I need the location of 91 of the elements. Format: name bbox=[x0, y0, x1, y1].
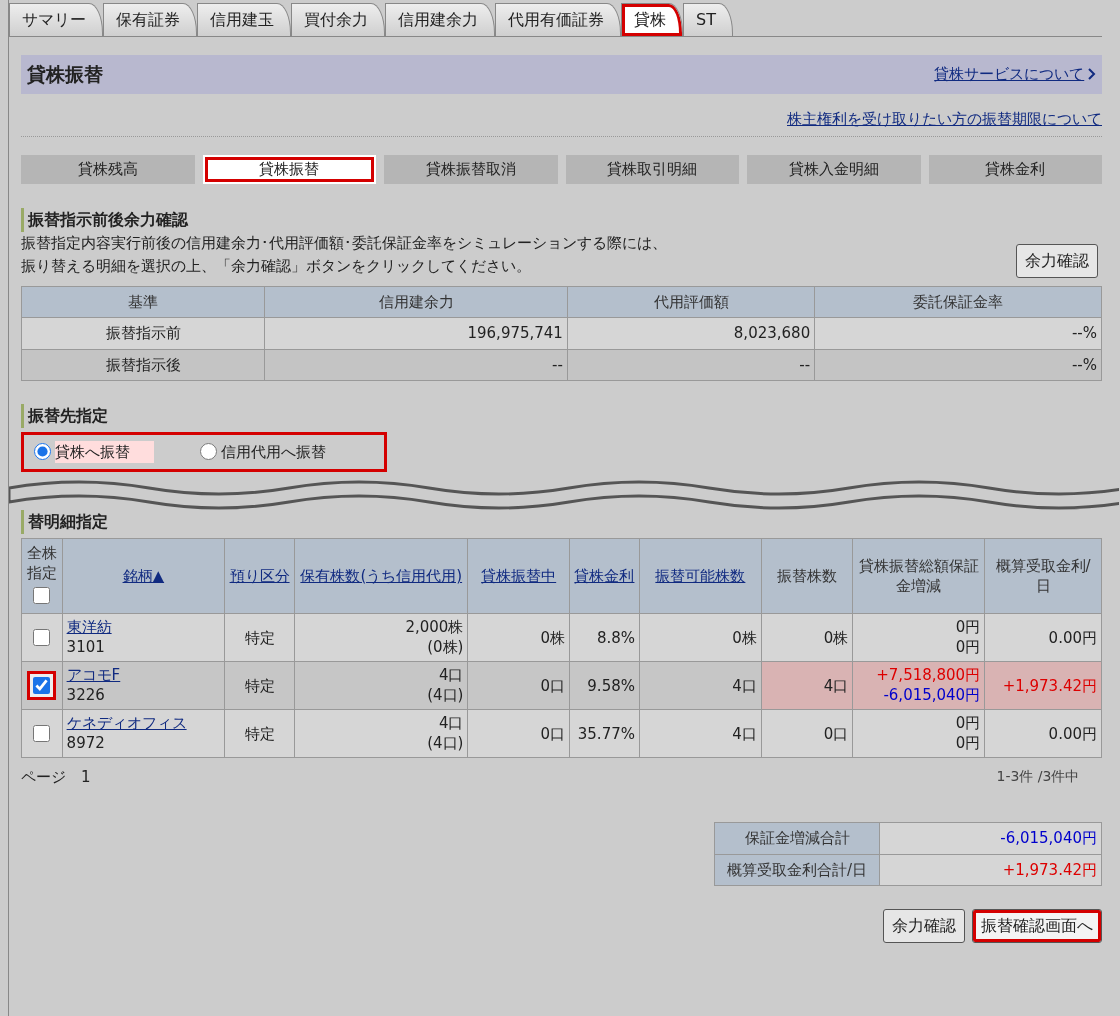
action-button[interactable]: 余力確認 bbox=[882, 908, 965, 943]
sub-tab[interactable]: 貸株取引明細 bbox=[565, 155, 739, 184]
table-cell-text: 0円 bbox=[954, 714, 981, 734]
table-cell: 特定 bbox=[224, 709, 295, 758]
description: 振替指定内容実行前後の信用建余力･代用評価額･委託保証金率をシミュレーションする際には、 振り替える明細を選択の上、「余力確認」ボタンをクリックしてください。 bbox=[21, 232, 667, 277]
column-header: 代用評価額 bbox=[567, 286, 815, 318]
table-cell: 0.00円 bbox=[984, 709, 1102, 758]
summary-value: -6,015,040円 bbox=[879, 822, 1102, 855]
stock-name-link[interactable]: ケネディオフィス bbox=[66, 714, 221, 734]
table-cell: 0口 bbox=[467, 661, 570, 710]
table-cell: 0株 bbox=[761, 613, 853, 662]
action-button[interactable]: 振替確認画面へ bbox=[972, 908, 1102, 943]
section-heading: 替明細指定 bbox=[21, 510, 1102, 534]
table-cell-text: (4口) bbox=[426, 733, 464, 754]
column-header: 振替株数 bbox=[776, 565, 838, 587]
stock-name-link[interactable]: アコモF bbox=[66, 666, 221, 686]
table-cell: 特定 bbox=[224, 613, 295, 662]
capacity-check-button[interactable]: 余力確認 bbox=[1016, 244, 1099, 278]
row-checkbox[interactable] bbox=[33, 677, 51, 694]
table-cell: 4口 bbox=[639, 661, 762, 710]
summary-value: +1,973.42円 bbox=[879, 854, 1102, 886]
table-cell: 4口 bbox=[639, 709, 762, 758]
table-cell: 特定 bbox=[224, 661, 295, 710]
column-header: 全株指定 bbox=[26, 542, 57, 584]
table-cell: 0口 bbox=[467, 709, 570, 758]
tab[interactable]: 代用有価証券 bbox=[495, 3, 621, 36]
section-heading: 振替指示前後余力確認 bbox=[21, 207, 1102, 232]
column-header: 貸株振替総額保証金増減 bbox=[857, 555, 980, 597]
table-cell: --% bbox=[814, 349, 1102, 381]
column-header: 概算受取金利/日 bbox=[994, 555, 1092, 597]
tab[interactable]: 保有証券 bbox=[103, 3, 197, 36]
table-cell-text: 0円 bbox=[954, 733, 981, 754]
table-cell: --% bbox=[814, 317, 1102, 349]
radio-button[interactable] bbox=[34, 443, 51, 461]
sub-tab[interactable]: 貸株振替 bbox=[202, 155, 376, 184]
tab[interactable]: ST bbox=[683, 3, 733, 36]
sub-tab[interactable]: 貸株振替取消 bbox=[384, 155, 558, 184]
table-cell: 0株 bbox=[467, 613, 570, 662]
sub-tab[interactable]: 貸株金利 bbox=[928, 155, 1102, 184]
row-checkbox[interactable] bbox=[33, 629, 51, 646]
stock-code: 3101 bbox=[66, 637, 106, 658]
table-cell-text: 0円 bbox=[954, 618, 981, 638]
sub-tab[interactable]: 貸株入金明細 bbox=[747, 155, 921, 184]
column-header: 委託保証金率 bbox=[814, 286, 1102, 318]
summary-label: 保証金増減合計 bbox=[714, 822, 880, 855]
page-title: 貸株振替 bbox=[27, 62, 103, 87]
tab[interactable]: 信用建余力 bbox=[385, 3, 495, 36]
page-label: ページ bbox=[21, 766, 66, 788]
table-cell-text: +7,518,800円 bbox=[875, 666, 981, 686]
sub-tab[interactable]: 貸株残高 bbox=[21, 155, 195, 184]
table-cell: -- bbox=[264, 349, 568, 381]
table-cell-text: 0円 bbox=[954, 637, 981, 658]
page-number[interactable]: 1 bbox=[81, 765, 91, 789]
stock-name-link[interactable]: 東洋紡 bbox=[66, 618, 221, 638]
column-header: 基準 bbox=[21, 286, 265, 318]
summary-label: 概算受取金利合計/日 bbox=[714, 854, 880, 886]
section-heading: 振替先指定 bbox=[21, 403, 1102, 428]
radio-button[interactable] bbox=[199, 443, 217, 461]
stock-code: 8972 bbox=[66, 733, 106, 754]
table-cell: 4口 bbox=[761, 661, 853, 710]
row-label: 振替指示前 bbox=[21, 317, 265, 349]
table-cell: 9.58% bbox=[569, 661, 640, 710]
table-cell-text: 4口 bbox=[437, 714, 464, 734]
tab[interactable]: 買付余力 bbox=[291, 3, 385, 36]
row-label: 振替指示後 bbox=[21, 349, 265, 381]
table-cell-text: (4口) bbox=[426, 685, 464, 706]
row-checkbox[interactable] bbox=[33, 725, 51, 742]
select-all-checkbox[interactable] bbox=[33, 587, 51, 604]
column-header: 信用建余力 bbox=[264, 286, 568, 318]
table-cell: -- bbox=[567, 349, 815, 381]
table-cell: 0.00円 bbox=[984, 613, 1102, 662]
table-cell: 0株 bbox=[639, 613, 762, 662]
table-cell: 8.8% bbox=[569, 613, 640, 662]
table-cell-text: 2,000株 bbox=[404, 618, 464, 638]
table-cell-text: (0株) bbox=[426, 637, 464, 658]
result-count: 1-3件 /3件中 bbox=[996, 766, 1080, 786]
radio-group[interactable]: 貸株へ振替 信用代用へ振替 bbox=[21, 431, 387, 472]
table-cell: 35.77% bbox=[569, 709, 640, 758]
deadline-link[interactable]: 株主権利を受け取りたい方の振替期限について bbox=[787, 109, 1102, 128]
tab[interactable]: サマリー bbox=[9, 3, 103, 36]
table-cell: 196,975,741 bbox=[264, 317, 568, 349]
table-cell-text: 4口 bbox=[437, 666, 464, 686]
radio-option[interactable]: 信用代用へ振替 bbox=[199, 440, 326, 463]
table-cell: 8,023,680 bbox=[567, 317, 815, 349]
tab[interactable]: 信用建玉 bbox=[197, 3, 291, 36]
table-cell: +1,973.42円 bbox=[984, 661, 1102, 710]
table-cell: 0口 bbox=[761, 709, 853, 758]
table-cell-text: -6,015,040円 bbox=[882, 685, 981, 706]
tab[interactable]: 貸株 bbox=[621, 3, 683, 36]
chevron-right-icon bbox=[1088, 68, 1096, 81]
stock-code: 3226 bbox=[66, 685, 106, 706]
